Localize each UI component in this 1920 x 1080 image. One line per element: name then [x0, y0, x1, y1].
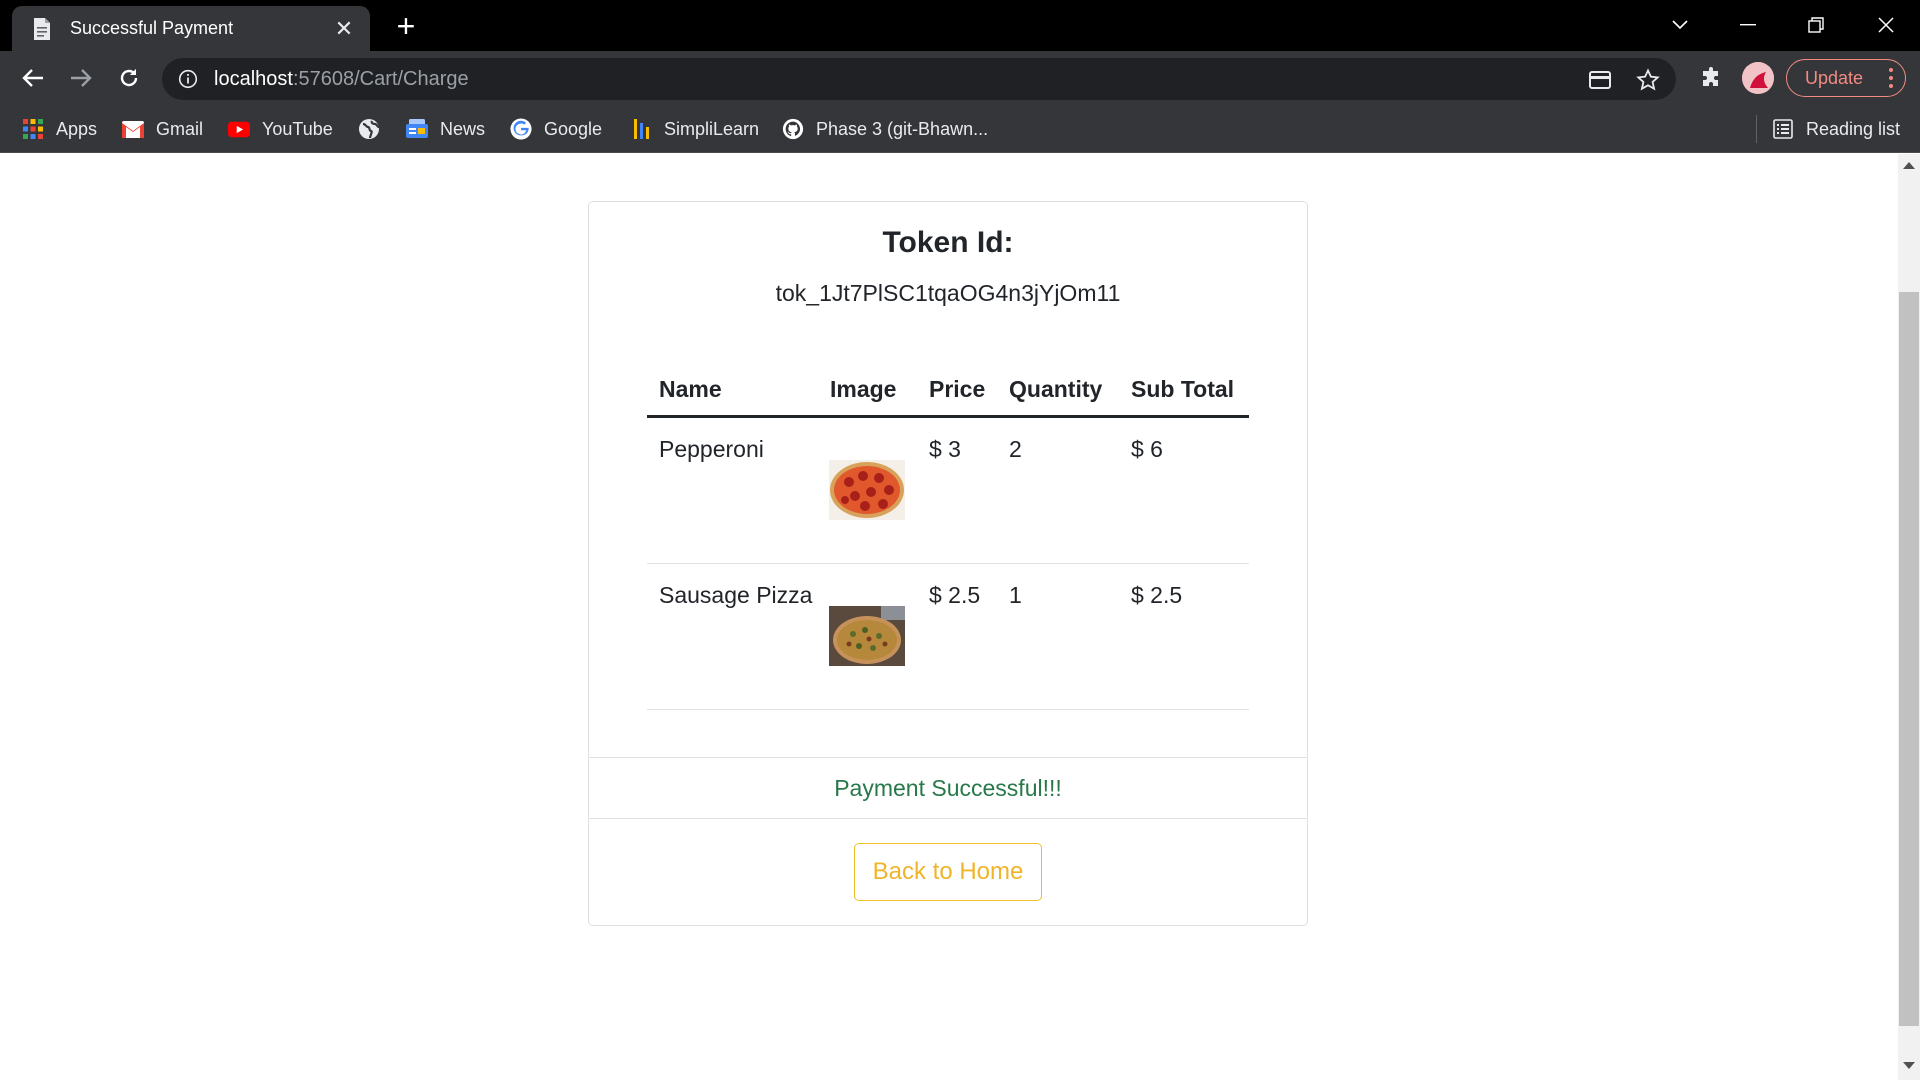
tab-successful-payment[interactable]: Successful Payment ✕: [12, 6, 370, 51]
card-footer: Back to Home: [589, 819, 1307, 925]
reading-list-icon: [1772, 118, 1794, 140]
update-label: Update: [1805, 67, 1864, 88]
item-quantity: 2: [1009, 436, 1022, 462]
apps-grid-icon: [22, 118, 44, 140]
bookmarks-bar: Apps Gmail YouTube News Google SimpliLea…: [0, 105, 1920, 153]
reading-list-label: Reading list: [1806, 118, 1901, 139]
bookmark-github-phase3[interactable]: Phase 3 (git-Bhawn...: [782, 117, 988, 141]
bookmark-label: News: [440, 118, 486, 139]
item-name: Sausage Pizza: [659, 582, 813, 608]
back-to-home-button[interactable]: Back to Home: [854, 843, 1042, 901]
token-value: tok_1Jt7PlSC1tqaOG4n3jYjOm11: [775, 280, 1121, 306]
kebab-menu-icon[interactable]: [1889, 68, 1893, 88]
url-path: :57608/Cart/Charge: [292, 67, 469, 90]
google-icon: [510, 118, 532, 140]
item-name: Pepperoni: [659, 436, 764, 462]
bookmark-google[interactable]: Google: [510, 117, 602, 141]
simplilearn-icon: [630, 118, 652, 140]
bookmark-youtube[interactable]: YouTube: [228, 117, 333, 141]
card-payment-icon[interactable]: [1587, 67, 1613, 93]
forward-arrow-icon[interactable]: [64, 61, 98, 95]
update-chrome-button[interactable]: Update: [1786, 59, 1906, 97]
bookmark-label: YouTube: [262, 118, 333, 139]
title-bar: Successful Payment ✕ +: [0, 0, 1920, 51]
token-title: Token Id:: [882, 226, 1014, 259]
bookmark-label: Google: [544, 118, 603, 139]
scroll-up-arrow-icon[interactable]: [1903, 162, 1915, 169]
back-arrow-icon[interactable]: [16, 61, 50, 95]
bookmark-gmail[interactable]: Gmail: [122, 117, 203, 141]
cart-table: Name Image Price Quantity Sub Total Pepp…: [647, 364, 1249, 710]
header-subtotal: Sub Total: [1131, 376, 1235, 402]
table-row: Pepperoni $ 3 2 $ 6: [647, 418, 1249, 564]
reload-icon[interactable]: [112, 61, 146, 95]
minimize-icon[interactable]: [1724, 8, 1772, 42]
bookmarks-divider: [1756, 115, 1757, 143]
bookmark-label: SimpliLearn: [664, 118, 760, 139]
vertical-scrollbar-thumb[interactable]: [1899, 292, 1919, 1026]
bookmark-news[interactable]: News: [406, 117, 485, 141]
bookmark-label: Phase 3 (git-Bhawn...: [816, 118, 989, 139]
pepperoni-pizza-image: [829, 460, 905, 520]
bookmark-simplilearn[interactable]: SimpliLearn: [630, 117, 759, 141]
restore-icon[interactable]: [1792, 8, 1840, 42]
header-price: Price: [929, 376, 986, 402]
item-subtotal: $ 6: [1131, 436, 1163, 462]
url-host: localhost: [214, 67, 293, 90]
youtube-icon: [228, 118, 250, 140]
bookmark-label: Apps: [56, 118, 98, 139]
news-icon: [406, 118, 428, 140]
table-header: Name Image Price Quantity Sub Total: [647, 364, 1249, 418]
site-info-icon[interactable]: [176, 67, 200, 91]
address-bar[interactable]: localhost:57608/Cart/Charge: [162, 58, 1676, 100]
bookmark-label: Gmail: [156, 118, 204, 139]
card-body: Token Id: tok_1Jt7PlSC1tqaOG4n3jYjOm11 N…: [589, 202, 1307, 757]
item-price: $ 3: [929, 436, 961, 462]
github-icon: [782, 118, 804, 140]
reading-list-button[interactable]: Reading list: [1772, 117, 1900, 141]
page-document-icon: [30, 17, 54, 41]
extensions-puzzle-icon[interactable]: [1696, 62, 1728, 94]
table-row: Sausage Pizza $ 2.5 1 $ 2.5: [647, 564, 1249, 710]
close-window-icon[interactable]: [1862, 8, 1910, 42]
header-name: Name: [659, 376, 722, 402]
gmail-icon: [122, 118, 144, 140]
payment-card: Token Id: tok_1Jt7PlSC1tqaOG4n3jYjOm11 N…: [588, 201, 1308, 926]
item-quantity: 1: [1009, 582, 1022, 608]
bookmark-apps[interactable]: Apps: [22, 117, 97, 141]
tab-search-chevron-icon[interactable]: [1656, 8, 1704, 42]
payment-status-message: Payment Successful!!!: [589, 757, 1307, 819]
header-image: Image: [830, 376, 897, 402]
browser-toolbar: localhost:57608/Cart/Charge Update: [0, 51, 1920, 105]
new-tab-button[interactable]: +: [390, 10, 422, 43]
sausage-pizza-image: [829, 606, 905, 666]
item-price: $ 2.5: [929, 582, 981, 608]
bookmark-star-icon[interactable]: [1635, 67, 1661, 93]
scroll-down-arrow-icon[interactable]: [1903, 1062, 1915, 1069]
bookmark-globe[interactable]: [358, 117, 392, 141]
close-tab-icon[interactable]: ✕: [332, 16, 356, 41]
header-quantity: Quantity: [1009, 376, 1103, 402]
globe-icon: [358, 118, 380, 140]
profile-avatar[interactable]: [1742, 62, 1774, 94]
tab-title: Successful Payment: [70, 18, 234, 38]
item-subtotal: $ 2.5: [1131, 582, 1183, 608]
